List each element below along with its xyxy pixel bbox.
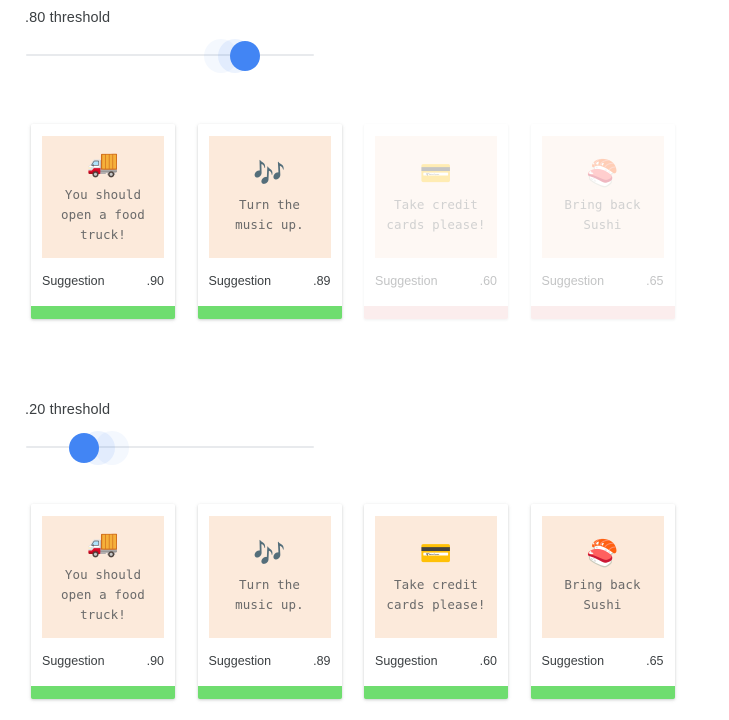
card-footer-label: Suggestion bbox=[208, 274, 272, 288]
card-suggestion-text: You should open a food truck! bbox=[61, 186, 145, 242]
credit-card-icon: 💳 bbox=[419, 157, 453, 188]
card-score: .90 bbox=[146, 274, 164, 288]
musical-notes-icon: 🎶 bbox=[253, 157, 286, 188]
card-status-bar bbox=[197, 306, 342, 319]
card-media: 🎶 Turn the music up. bbox=[208, 516, 331, 638]
card-suggestion-text: Take credit cards please! bbox=[386, 576, 486, 612]
card-footer: Suggestion .65 bbox=[531, 638, 675, 686]
card-footer-label: Suggestion bbox=[42, 274, 105, 288]
card-suggestion-text: Take credit cards please! bbox=[386, 196, 486, 232]
card-score: .89 bbox=[313, 654, 331, 668]
card-status-bar bbox=[530, 686, 675, 699]
card-footer: Suggestion .90 bbox=[31, 638, 175, 686]
card-footer: Suggestion .90 bbox=[31, 258, 175, 306]
credit-card-icon: 💳 bbox=[419, 537, 453, 568]
card-media: 🍣 Bring back Sushi bbox=[541, 136, 664, 258]
sushi-icon: 🍣 bbox=[586, 157, 619, 188]
card-footer: Suggestion .89 bbox=[198, 258, 342, 306]
card-score: .60 bbox=[479, 654, 497, 668]
card-footer-label: Suggestion bbox=[208, 654, 272, 668]
card-score: .65 bbox=[646, 274, 664, 288]
card-score: .60 bbox=[479, 274, 497, 288]
threshold-label: .80 threshold bbox=[25, 10, 111, 26]
threshold-slider[interactable] bbox=[26, 38, 314, 74]
card-footer: Suggestion .65 bbox=[531, 258, 675, 306]
card-status-bar bbox=[31, 686, 175, 699]
card-suggestion-text: Turn the music up. bbox=[235, 576, 304, 612]
suggestion-card[interactable]: 🍣 Bring back Sushi Suggestion .65 bbox=[530, 504, 675, 699]
delivery-truck-icon: 🚚 bbox=[86, 527, 120, 558]
card-footer-label: Suggestion bbox=[375, 654, 438, 668]
card-status-bar bbox=[364, 306, 508, 319]
suggestion-cards-row: 🚚 You should open a food truck! Suggesti… bbox=[31, 124, 711, 336]
card-status-bar bbox=[530, 306, 675, 319]
card-media: 💳 Take credit cards please! bbox=[375, 136, 497, 258]
slider-track[interactable] bbox=[26, 54, 314, 56]
card-footer: Suggestion .60 bbox=[364, 638, 508, 686]
suggestion-card[interactable]: 🚚 You should open a food truck! Suggesti… bbox=[31, 124, 175, 319]
card-footer-label: Suggestion bbox=[541, 274, 605, 288]
threshold-slider[interactable] bbox=[26, 430, 314, 466]
card-score: .89 bbox=[313, 274, 331, 288]
card-suggestion-text: Turn the music up. bbox=[235, 196, 304, 232]
card-media: 🍣 Bring back Sushi bbox=[541, 516, 664, 638]
suggestion-card[interactable]: 🎶 Turn the music up. Suggestion .89 bbox=[197, 504, 342, 699]
card-suggestion-text: Bring back Sushi bbox=[564, 196, 641, 232]
card-footer: Suggestion .60 bbox=[364, 258, 508, 306]
slider-thumb[interactable] bbox=[230, 41, 260, 71]
card-media: 🚚 You should open a food truck! bbox=[42, 136, 164, 258]
card-media: 💳 Take credit cards please! bbox=[375, 516, 497, 638]
card-suggestion-text: Bring back Sushi bbox=[564, 576, 641, 612]
card-footer: Suggestion .89 bbox=[198, 638, 342, 686]
card-status-bar bbox=[31, 306, 175, 319]
threshold-label: .20 threshold bbox=[25, 402, 111, 418]
card-footer-label: Suggestion bbox=[541, 654, 605, 668]
card-status-bar bbox=[364, 686, 508, 699]
suggestion-card[interactable]: 🚚 You should open a food truck! Suggesti… bbox=[31, 504, 175, 699]
card-suggestion-text: You should open a food truck! bbox=[61, 566, 145, 622]
page-root: .80 threshold 🚚 You should open a food t… bbox=[0, 0, 729, 720]
card-score: .65 bbox=[646, 654, 664, 668]
card-media: 🎶 Turn the music up. bbox=[208, 136, 331, 258]
delivery-truck-icon: 🚚 bbox=[86, 147, 120, 178]
card-footer-label: Suggestion bbox=[42, 654, 105, 668]
suggestion-card[interactable]: 🍣 Bring back Sushi Suggestion .65 bbox=[530, 124, 675, 319]
suggestion-card[interactable]: 💳 Take credit cards please! Suggestion .… bbox=[364, 504, 508, 699]
musical-notes-icon: 🎶 bbox=[253, 537, 286, 568]
sushi-icon: 🍣 bbox=[586, 537, 619, 568]
suggestion-card[interactable]: 🎶 Turn the music up. Suggestion .89 bbox=[197, 124, 342, 319]
suggestion-cards-row: 🚚 You should open a food truck! Suggesti… bbox=[31, 504, 711, 712]
slider-thumb[interactable] bbox=[69, 433, 99, 463]
card-status-bar bbox=[197, 686, 342, 699]
card-media: 🚚 You should open a food truck! bbox=[42, 516, 164, 638]
card-footer-label: Suggestion bbox=[375, 274, 438, 288]
card-score: .90 bbox=[146, 654, 164, 668]
suggestion-card[interactable]: 💳 Take credit cards please! Suggestion .… bbox=[364, 124, 508, 319]
